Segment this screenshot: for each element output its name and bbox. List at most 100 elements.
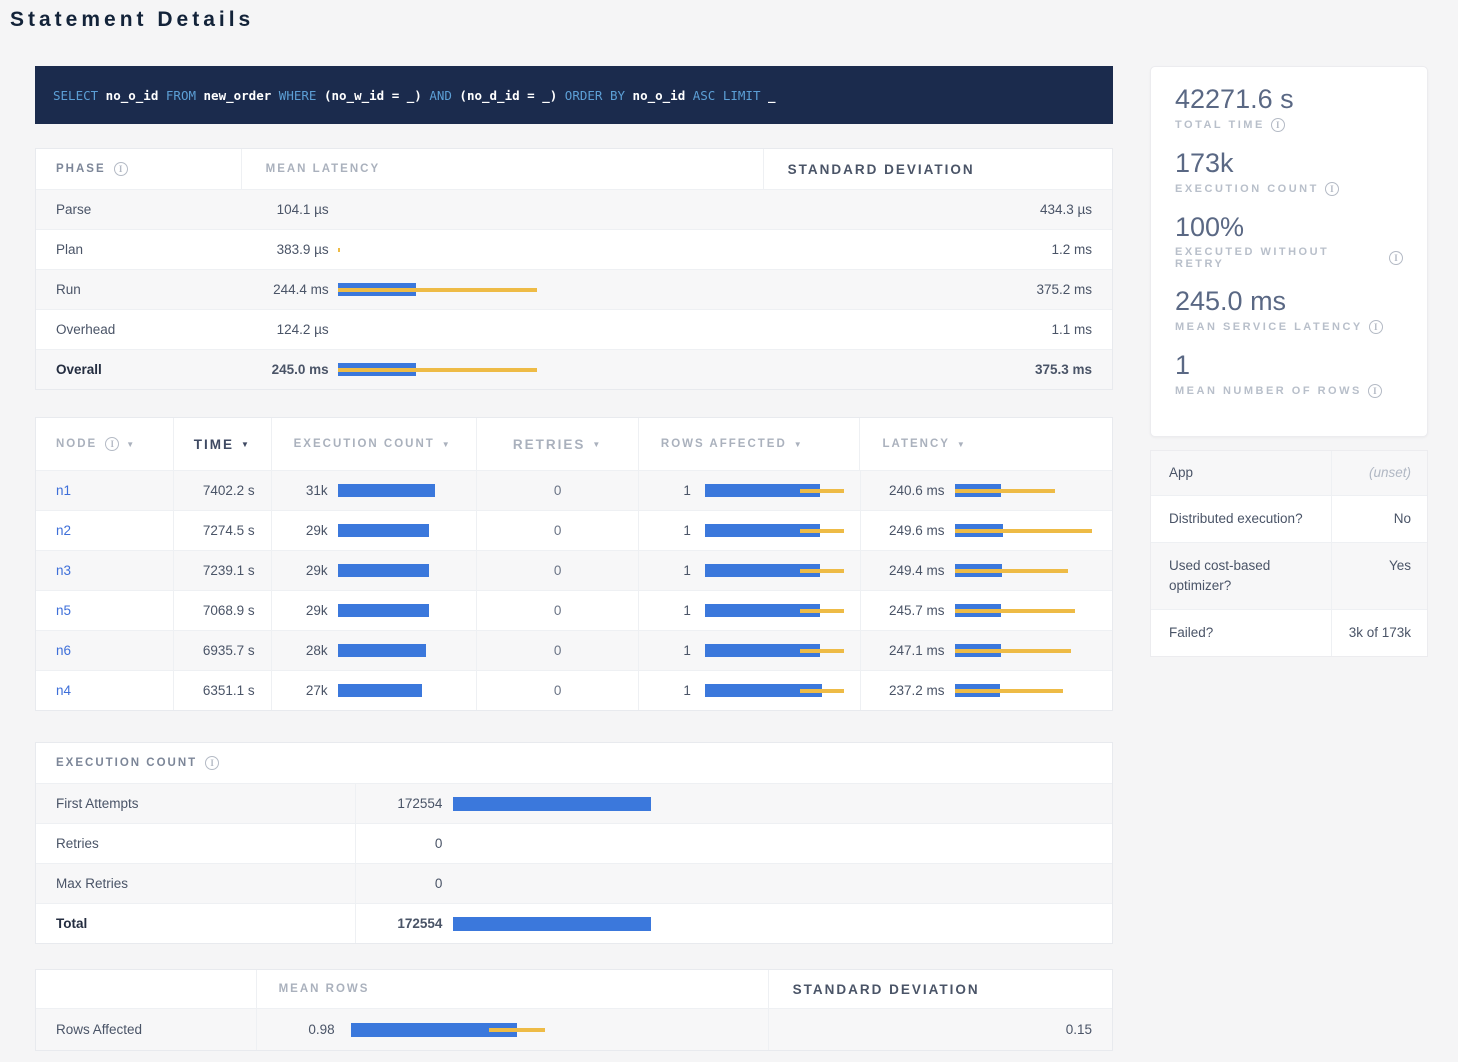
rows-affected-column-header[interactable]: Rows Affected xyxy=(638,418,860,470)
table-row: n4 6351.1 s 27k 0 1 237.2 ms xyxy=(36,670,1112,710)
execution-count-header-label: Execution Count xyxy=(294,438,435,450)
sort-arrow-icon[interactable] xyxy=(241,440,251,449)
mean-service-latency-value: 245.0 ms xyxy=(1175,285,1403,317)
node-link[interactable]: n6 xyxy=(56,643,71,658)
retries-value: 0 xyxy=(476,551,638,590)
rows-affected-value: 1 xyxy=(639,643,691,658)
execution-count-table: Execution Count First Attempts 172554 Re… xyxy=(35,742,1113,944)
info-icon[interactable] xyxy=(205,756,219,770)
sort-arrow-icon[interactable] xyxy=(442,440,452,449)
latency-column-header[interactable]: Latency xyxy=(859,418,1112,470)
retries-header-label: Retries xyxy=(513,437,586,452)
table-row: Plan 383.9 µs 1.2 ms xyxy=(36,229,1112,269)
latency-stddev-line xyxy=(955,689,1063,693)
phase-label: Overall xyxy=(36,350,241,389)
time-value: 6351.1 s xyxy=(173,671,271,710)
rows-affected-table-header: Mean Rows Standard Deviation xyxy=(36,970,1112,1008)
sort-arrow-icon[interactable] xyxy=(794,440,804,449)
latency-stddev-line xyxy=(955,569,1068,573)
time-value: 7068.9 s xyxy=(173,591,271,630)
mean-latency-value: 104.1 µs xyxy=(241,202,329,217)
table-row: Retries 0 xyxy=(36,823,1112,863)
info-icon[interactable] xyxy=(1389,251,1403,265)
execution-count-value: 173k xyxy=(1175,147,1403,179)
latency-stddev-line xyxy=(955,649,1071,653)
table-row: First Attempts 172554 xyxy=(36,783,1112,823)
execution-count-value: 27k xyxy=(272,683,328,698)
time-value: 7274.5 s xyxy=(173,511,271,550)
std-dev-header-label: Standard Deviation xyxy=(793,982,980,997)
latency-bar-chart xyxy=(338,363,748,377)
mean-latency-header-label: Mean Latency xyxy=(266,163,381,175)
latency-value: 249.4 ms xyxy=(861,563,945,578)
rows-stddev-line xyxy=(800,529,844,533)
std-dev-value: 0.15 xyxy=(768,1009,1112,1050)
exec-row-value: 0 xyxy=(356,836,442,851)
table-row: n3 7239.1 s 29k 0 1 249.4 ms xyxy=(36,550,1112,590)
executed-without-retry-value: 100% xyxy=(1175,211,1403,243)
time-column-header[interactable]: Time xyxy=(173,418,271,470)
mean-rows-column-header: Mean Rows xyxy=(256,970,768,1008)
node-link[interactable]: n1 xyxy=(56,483,71,498)
executed-without-retry-label: Executed without Retry xyxy=(1175,246,1383,270)
main-content: SELECT no_o_id FROM new_order WHERE (no_… xyxy=(35,66,1113,1051)
phase-label: Parse xyxy=(36,190,241,229)
table-row: Overhead 124.2 µs 1.1 ms xyxy=(36,309,1112,349)
exec-row-label: First Attempts xyxy=(36,784,355,823)
info-icon[interactable] xyxy=(105,437,119,451)
mean-rows-value: 0.98 xyxy=(257,1022,335,1037)
node-column-header[interactable]: Node xyxy=(36,418,173,470)
execution-count-title: Execution Count xyxy=(36,743,219,783)
rows-stddev-line xyxy=(800,649,844,653)
sql-token: (no_d_id = _) xyxy=(452,88,565,103)
node-link[interactable]: n2 xyxy=(56,523,71,538)
info-icon[interactable] xyxy=(1368,384,1382,398)
node-link[interactable]: n5 xyxy=(56,603,71,618)
latency-header-label: Latency xyxy=(882,438,949,450)
retries-column-header[interactable]: Retries xyxy=(476,418,638,470)
rows-affected-value: 1 xyxy=(639,603,691,618)
std-dev-header-label: Standard Deviation xyxy=(788,162,975,177)
phase-label: Overhead xyxy=(36,310,241,349)
rows-affected-value: 1 xyxy=(639,483,691,498)
mean-latency-value: 245.0 ms xyxy=(241,362,329,377)
std-dev-value: 434.3 µs xyxy=(763,190,1112,229)
info-icon[interactable] xyxy=(1271,118,1285,132)
failed-value: 3k of 173k xyxy=(1332,610,1427,656)
info-icon[interactable] xyxy=(1325,182,1339,196)
node-link[interactable]: n3 xyxy=(56,563,71,578)
phase-column-header: Phase xyxy=(36,149,241,189)
table-row: Max Retries 0 xyxy=(36,863,1112,903)
total-time-label: Total Time xyxy=(1175,119,1265,131)
execution-count-value: 29k xyxy=(272,523,328,538)
phase-latency-table: Phase Mean Latency Standard Deviation Pa… xyxy=(35,148,1113,390)
table-row: Rows Affected 0.98 0.15 xyxy=(36,1008,1112,1050)
table-row: App (unset) xyxy=(1151,451,1427,495)
stddev-line xyxy=(338,368,537,372)
info-icon[interactable] xyxy=(114,162,128,176)
sort-arrow-icon[interactable] xyxy=(592,440,602,449)
sql-token: WHERE xyxy=(279,88,317,103)
exec-row-value: 172554 xyxy=(356,796,442,811)
latency-value: 247.1 ms xyxy=(861,643,945,658)
summary-item: 100% Executed without Retry xyxy=(1175,211,1403,270)
time-header-label: Time xyxy=(194,437,234,452)
sql-token: ASC LIMIT xyxy=(693,88,761,103)
node-link[interactable]: n4 xyxy=(56,683,71,698)
summary-item: 173k Execution Count xyxy=(1175,147,1403,196)
sidebar: 42271.6 s Total Time 173k Execution Coun… xyxy=(1150,66,1428,657)
distributed-execution-label: Distributed execution? xyxy=(1151,496,1332,542)
latency-stddev-line xyxy=(955,609,1075,613)
sql-token: _ xyxy=(760,88,775,103)
latency-stddev-line xyxy=(955,529,1092,533)
table-row: Parse 104.1 µs 434.3 µs xyxy=(36,189,1112,229)
execution-count-bar xyxy=(338,644,426,657)
distributed-execution-value: No xyxy=(1332,496,1427,542)
execution-count-column-header[interactable]: Execution Count xyxy=(271,418,477,470)
latency-value: 245.7 ms xyxy=(861,603,945,618)
sort-arrow-icon[interactable] xyxy=(126,440,136,449)
rows-affected-value: 1 xyxy=(639,683,691,698)
info-icon[interactable] xyxy=(1369,320,1383,334)
sort-arrow-icon[interactable] xyxy=(957,440,967,449)
rows-affected-header-label: Rows Affected xyxy=(661,438,787,450)
